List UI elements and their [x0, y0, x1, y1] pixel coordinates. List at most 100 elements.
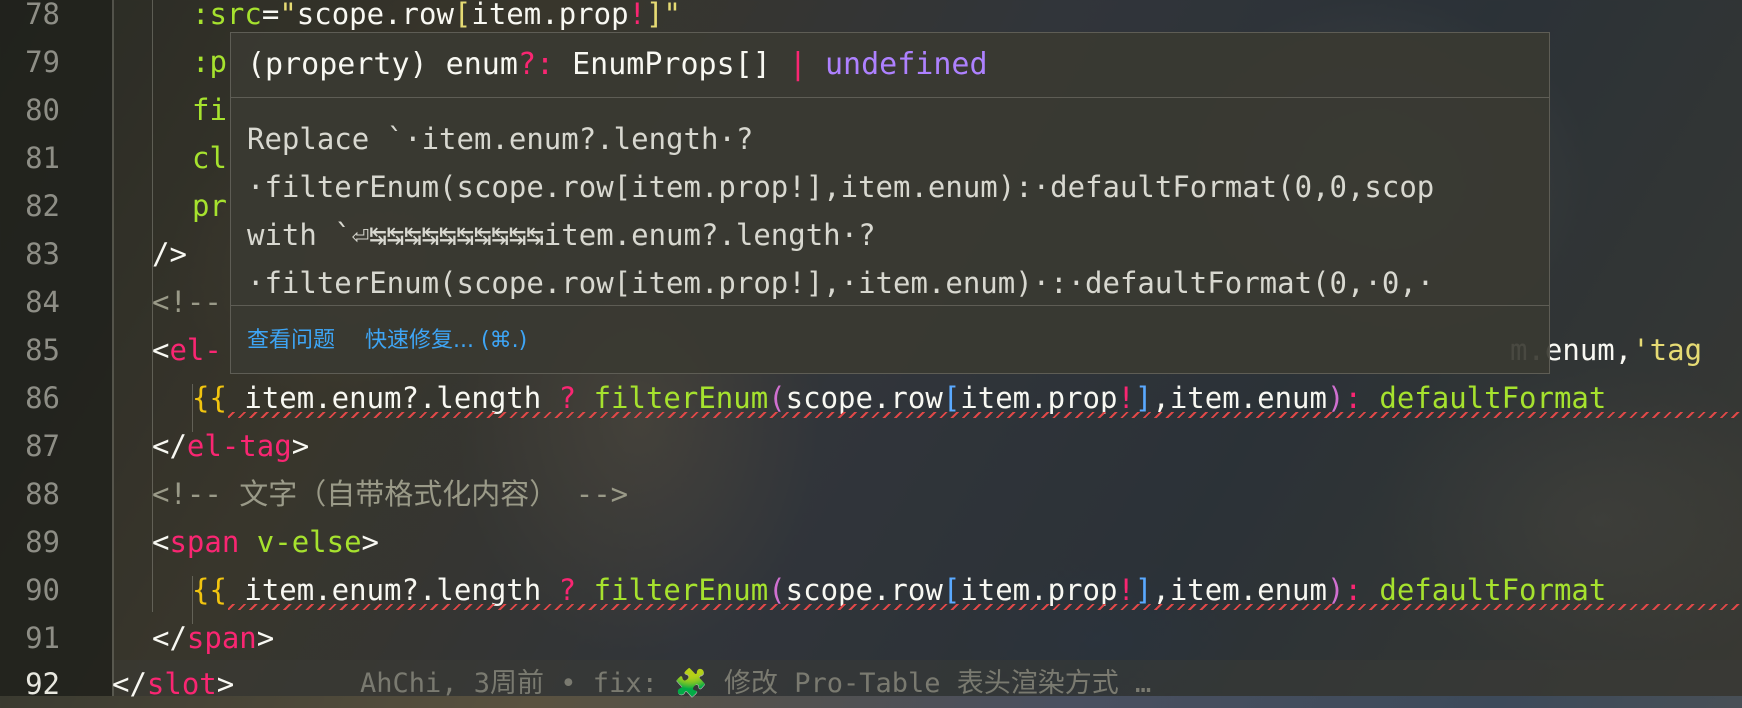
hover-divider [231, 97, 1549, 98]
line-number-current: 92 [25, 667, 60, 701]
line-number: 86 [25, 381, 60, 415]
tag-bracket: </ [152, 621, 187, 655]
string: 'tag [1632, 333, 1703, 367]
line-number: 83 [25, 237, 60, 271]
line-number: 81 [25, 141, 60, 175]
code-line-85[interactable]: <el- [152, 326, 222, 374]
expr: item.prop [960, 573, 1118, 607]
quick-fix-link[interactable]: 快速修复... (⌘.) [365, 328, 527, 353]
tag-bracket: </ [152, 429, 187, 463]
code-line-81[interactable]: cl [192, 134, 227, 182]
sig-undefined: undefined [806, 47, 988, 82]
tag-name: el- [169, 333, 222, 367]
lint-message-line: Replace `·item.enum?.length·? [247, 122, 754, 156]
attr-name: :src [192, 0, 262, 31]
code-line-92[interactable]: </slot> [112, 660, 234, 708]
expr: scope.row [785, 381, 943, 415]
line-number: 80 [25, 93, 60, 127]
line-number: 88 [25, 477, 60, 511]
expr: item.prop [960, 381, 1118, 415]
operator: ! [1117, 573, 1135, 607]
code-line-84[interactable]: <!-- [152, 278, 222, 326]
lint-message-line: with `⏎↹↹↹↹↹↹↹↹↹↹item.enum?.length·? [247, 218, 876, 252]
function-name: filterEnum [593, 381, 769, 415]
expr: item.enum?.length [226, 573, 559, 607]
hover-tooltip[interactable]: (property) enum?: EnumProps[] | undefine… [230, 32, 1550, 374]
expr: item.enum?.length [226, 381, 559, 415]
code-line-80[interactable]: fi [192, 86, 227, 134]
paren: ) [1326, 381, 1345, 415]
view-problem-link[interactable]: 查看问题 [247, 328, 335, 353]
line-number: 84 [25, 285, 60, 319]
hover-actions: 查看问题 快速修复... (⌘.) [247, 321, 557, 361]
bracket: [ [453, 0, 472, 31]
mustache-open: {{ [192, 573, 227, 607]
tag-bracket: < [152, 525, 170, 559]
bracket: ] [646, 0, 664, 31]
sig-part: EnumProps[] [554, 47, 789, 82]
tag-bracket: > [256, 621, 275, 655]
bracket: [ [942, 573, 961, 607]
git-blame-annotation: AhChi, 3周前 • fix: 🧩 修改 Pro-Table 表头渲染方式 … [360, 668, 1152, 699]
operator: ? [558, 381, 577, 415]
tag-bracket: < [152, 333, 170, 367]
bracket: ] [1134, 573, 1153, 607]
line-number: 90 [25, 573, 60, 607]
bracket: [ [942, 381, 961, 415]
punct: = [261, 0, 280, 31]
lint-message-line: ·filterEnum(scope.row[item.prop!],item.e… [247, 170, 1435, 204]
string-quote: " [279, 0, 297, 31]
tag-name: span [169, 525, 240, 559]
tag-bracket: > [291, 429, 310, 463]
line-number: 82 [25, 189, 60, 223]
expr: ,item.enum [1152, 381, 1327, 415]
operator: ! [1117, 381, 1135, 415]
code-line-79[interactable]: :p [192, 38, 227, 86]
code-editor[interactable]: 78 79 80 81 82 83 84 85 86 87 88 89 90 9… [0, 0, 1742, 701]
code-line-88[interactable]: <!-- 文字（自带格式化内容） --> [152, 470, 628, 518]
line-number: 87 [25, 429, 60, 463]
sig-pipe: | [788, 47, 807, 82]
expr: item.prop [471, 0, 629, 31]
type-signature: (property) enum?: EnumProps[] | undefine… [247, 45, 988, 85]
tag-name: el-tag [186, 429, 292, 463]
code-line-91[interactable]: </span> [152, 614, 274, 662]
tag-bracket: > [361, 525, 379, 559]
string-quote: " [663, 0, 681, 31]
paren: ( [768, 573, 786, 607]
error-squiggle[interactable] [228, 604, 1742, 610]
lint-message-line: ·filterEnum(scope.row[item.prop!],·item.… [247, 266, 1435, 300]
sig-optional: ?: [517, 47, 555, 82]
operator: : [1344, 573, 1362, 607]
tag-name: span [186, 621, 257, 655]
code-line-83[interactable]: /> [152, 230, 187, 278]
operator: : [1344, 381, 1362, 415]
code-line-89[interactable]: <span v-else> [152, 518, 379, 566]
sig-part: (property) enum [247, 47, 518, 82]
hover-divider [231, 305, 1549, 306]
gutter-separator [112, 0, 114, 696]
line-number: 89 [25, 525, 60, 559]
line-number: 78 [25, 0, 60, 31]
bracket: ] [1134, 381, 1153, 415]
mustache-open: {{ [192, 381, 227, 415]
paren: ( [768, 381, 786, 415]
attr-name: v-else [239, 525, 362, 559]
expr: ,item.enum [1152, 573, 1327, 607]
expr: scope.row [296, 0, 454, 31]
operator: ! [628, 0, 646, 31]
code-line-82[interactable]: pr [192, 182, 227, 230]
function-name: defaultFormat [1361, 573, 1607, 607]
code-line-87[interactable]: </el-tag> [152, 422, 309, 470]
line-number: 91 [25, 621, 60, 655]
paren: ) [1326, 573, 1345, 607]
line-number: 79 [25, 45, 60, 79]
function-name: defaultFormat [1361, 381, 1607, 415]
expr: scope.row [785, 573, 943, 607]
function-name: filterEnum [593, 573, 769, 607]
operator: ? [558, 573, 577, 607]
line-number: 85 [25, 333, 60, 367]
error-squiggle[interactable] [228, 412, 1742, 418]
